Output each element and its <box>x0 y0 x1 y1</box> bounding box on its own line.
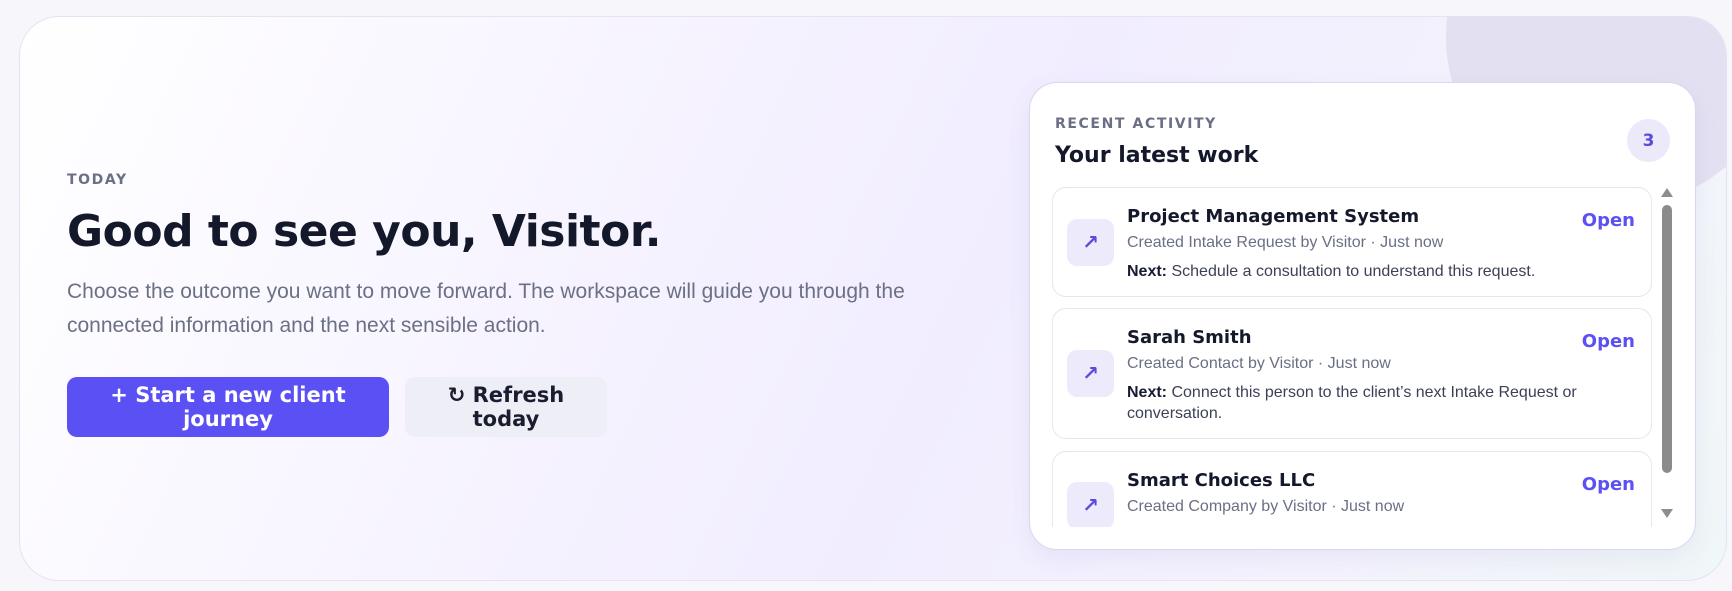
hero-eyebrow: TODAY <box>67 172 128 188</box>
activity-list[interactable]: ↗ Project Management System Created Inta… <box>1052 187 1652 527</box>
refresh-today-button[interactable]: ↻ Refresh today <box>405 377 607 437</box>
open-link[interactable]: Open <box>1582 210 1635 231</box>
activity-count-badge: 3 <box>1627 119 1670 162</box>
next-text: Connect this person to the client’s next… <box>1127 384 1577 422</box>
activity-item-meta: Created Company by Visitor · Just now <box>1127 498 1405 515</box>
activity-item[interactable]: ↗ Smart Choices LLC Created Company by V… <box>1052 451 1652 527</box>
activity-item-title: Smart Choices LLC <box>1127 470 1316 491</box>
scroll-up-arrow-icon[interactable] <box>1661 188 1673 197</box>
panel-eyebrow: RECENT ACTIVITY <box>1055 116 1217 132</box>
panel-title: Your latest work <box>1055 143 1259 168</box>
arrow-up-right-icon: ↗ <box>1067 350 1114 397</box>
activity-item-next: Next: Connect this person to the client’… <box>1127 382 1587 424</box>
page-title: Good to see you, Visitor. <box>67 206 661 257</box>
activity-item-next: Next: Schedule a consultation to underst… <box>1127 261 1587 282</box>
hero-actions: + Start a new client journey ↻ Refresh t… <box>67 377 967 437</box>
hero-description: Choose the outcome you want to move forw… <box>67 280 905 337</box>
arrow-up-right-icon: ↗ <box>1067 482 1114 527</box>
next-label: Next: <box>1127 263 1168 280</box>
activity-item-title: Sarah Smith <box>1127 327 1252 348</box>
activity-item-meta: Created Contact by Visitor · Just now <box>1127 355 1391 372</box>
next-text: Schedule a consultation to understand th… <box>1171 263 1536 280</box>
open-link[interactable]: Open <box>1582 331 1635 352</box>
next-label: Next: <box>1127 384 1168 401</box>
open-link[interactable]: Open <box>1582 474 1635 495</box>
start-client-journey-button[interactable]: + Start a new client journey <box>67 377 389 437</box>
activity-item-title: Project Management System <box>1127 206 1420 227</box>
scroll-down-arrow-icon[interactable] <box>1661 509 1673 518</box>
recent-activity-panel: RECENT ACTIVITY Your latest work 3 ↗ Pro… <box>1029 82 1696 550</box>
activity-scrollbar[interactable] <box>1660 188 1674 518</box>
arrow-up-right-icon: ↗ <box>1067 219 1114 266</box>
activity-item-meta: Created Intake Request by Visitor · Just… <box>1127 234 1444 251</box>
activity-item[interactable]: ↗ Project Management System Created Inta… <box>1052 187 1652 297</box>
activity-item[interactable]: ↗ Sarah Smith Created Contact by Visitor… <box>1052 308 1652 439</box>
scrollbar-thumb[interactable] <box>1662 205 1672 473</box>
welcome-hero: TODAY Good to see you, Visitor. Choose t… <box>19 16 1727 581</box>
hero-intro: TODAY Good to see you, Visitor. Choose t… <box>67 172 967 437</box>
